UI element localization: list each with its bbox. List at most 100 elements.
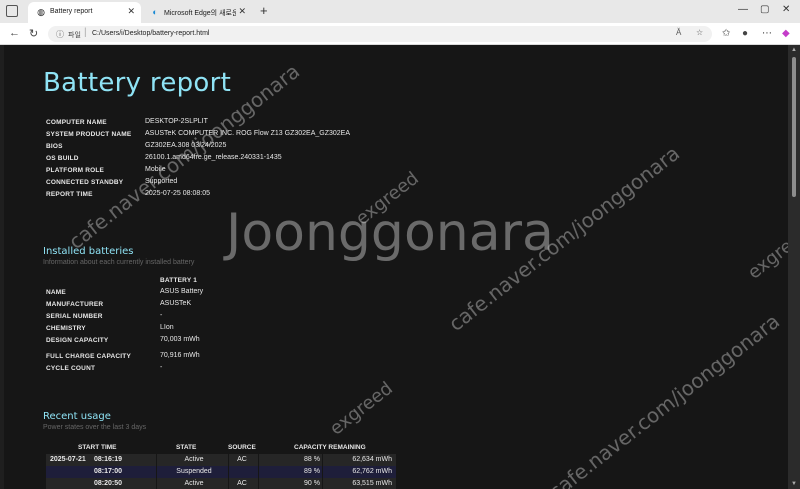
tab-battery-report[interactable]: ◍ Battery report ✕ [28, 2, 141, 23]
battery-info-value: - [160, 312, 163, 319]
cell-mwh: 62,762 mWh [352, 468, 392, 475]
read-aloud-icon[interactable]: Ă [676, 28, 681, 37]
cell-divider [156, 454, 157, 466]
cell-state: Active [184, 456, 204, 463]
scheme-label: 파일 [68, 32, 81, 39]
installed-batteries-subtitle: Information about each currently install… [43, 259, 195, 266]
address-bar[interactable]: ⓘ 파일 | C:/Users/i/Desktop/battery-report… [48, 26, 712, 42]
column-header-state: STATE [176, 444, 197, 451]
cell-divider [228, 466, 229, 478]
battery-info-key: CHEMISTRY [46, 325, 86, 332]
cell-divider [258, 454, 259, 466]
profile-avatar-icon[interactable]: ● [742, 28, 748, 39]
battery-info-value: 70,003 mWh [160, 336, 200, 343]
cell-mwh: 62,634 mWh [352, 456, 392, 463]
installed-batteries-heading: Installed batteries [43, 246, 134, 257]
cell-source [228, 466, 256, 478]
cell-divider [322, 478, 323, 489]
system-info-key: PLATFORM ROLE [46, 167, 105, 174]
toolbar: ← ↻ ⓘ 파일 | C:/Users/i/Desktop/battery-re… [0, 23, 800, 45]
cell-divider [228, 454, 229, 466]
edge-icon: ◐ [152, 7, 158, 17]
cell-divider [156, 466, 157, 478]
battery-info-key: FULL CHARGE CAPACITY [46, 353, 132, 360]
cell-time: 08:17:00 [94, 468, 123, 475]
favorites-icon[interactable]: ✩ [722, 28, 730, 39]
tab-title: Microsoft Edge의 새로운 기능 [164, 10, 236, 17]
cell-divider [322, 466, 323, 478]
column-header-source: SOURCE [228, 444, 256, 451]
system-info-key: OS BUILD [46, 155, 79, 162]
cell-source: AC [237, 480, 247, 487]
cell-divider [322, 454, 323, 466]
system-info-value: ASUSTeK COMPUTER INC. ROG Flow Z13 GZ302… [145, 130, 351, 137]
back-arrow-icon[interactable]: ← [9, 27, 20, 39]
cell-source: AC [237, 456, 247, 463]
battery-info-key: DESIGN CAPACITY [46, 337, 109, 344]
recent-usage-heading: Recent usage [43, 411, 111, 422]
battery-info-value: 70,916 mWh [160, 352, 200, 359]
new-tab-button[interactable]: + [260, 3, 268, 18]
cell-divider [228, 478, 229, 489]
cell-divider [258, 478, 259, 489]
close-tab-icon[interactable]: ✕ [127, 6, 135, 17]
system-info-key: REPORT TIME [46, 191, 93, 198]
battery-info-key: CYCLE COUNT [46, 365, 96, 372]
cell-mwh: 63,515 mWh [352, 480, 392, 487]
close-tab-icon[interactable]: ✕ [238, 6, 246, 17]
page-viewport: Battery report COMPUTER NAME DESKTOP-2SLP… [0, 45, 800, 489]
report-content: Battery report COMPUTER NAME DESKTOP-2SLP… [4, 45, 800, 489]
tab-actions-menu-icon[interactable] [6, 5, 18, 17]
system-info-value: DESKTOP-2SLPLIT [145, 118, 208, 125]
brand-watermark: Joonggonara [226, 203, 554, 263]
tab-edge-whats-new[interactable]: ◐ Microsoft Edge의 새로운 기능 ✕ [142, 2, 252, 23]
battery-info-value: ASUS Battery [160, 288, 204, 295]
refresh-icon[interactable]: ↻ [29, 27, 38, 40]
battery-info-value: LIon [160, 324, 174, 331]
scroll-down-arrow-icon[interactable]: ▼ [791, 481, 797, 487]
scrollbar-thumb[interactable] [792, 57, 796, 197]
more-menu-icon[interactable]: ⋯ [762, 28, 772, 39]
globe-icon: ◍ [37, 7, 45, 17]
system-info-key: SYSTEM PRODUCT NAME [46, 131, 132, 138]
info-icon[interactable]: ⓘ [56, 29, 64, 40]
system-info-key: BIOS [46, 143, 63, 150]
system-info-key: CONNECTED STANDBY [46, 179, 124, 186]
system-info-key: COMPUTER NAME [46, 119, 107, 126]
maximize-icon[interactable]: ▢ [760, 4, 769, 15]
cell-date: 2025-07-21 [50, 456, 86, 463]
tab-title: Battery report [50, 8, 93, 15]
cell-percent: 89 % [304, 468, 320, 475]
tab-strip: ◍ Battery report ✕ ◐ Microsoft Edge의 새로운… [0, 0, 800, 23]
vertical-scrollbar[interactable]: ▲ ▼ [788, 45, 800, 489]
battery-info-value: ASUSTeK [160, 300, 192, 307]
cell-time: 08:20:50 [94, 480, 123, 487]
scroll-up-arrow-icon[interactable]: ▲ [791, 47, 797, 53]
minimize-icon[interactable]: — [738, 4, 748, 15]
cell-state: Suspended [176, 468, 212, 475]
battery-info-key: NAME [46, 289, 66, 296]
url-text[interactable]: C:/Users/i/Desktop/battery-report.html [92, 30, 209, 37]
battery-info-value: - [160, 364, 163, 371]
table-row: 2025-07-21 08:16:19 Active AC 88 % 62,634 mWh [46, 454, 396, 466]
url-watermark: cafe.naver.com/joonggonara [544, 308, 785, 489]
favorite-star-icon[interactable]: ☆ [696, 28, 703, 37]
table-row: 08:17:00 Suspended 89 % 62,762 mWh [46, 466, 396, 478]
page-title: Battery report [43, 68, 232, 98]
battery-info-key: SERIAL NUMBER [46, 313, 103, 320]
cell-state: Active [184, 480, 204, 487]
copilot-icon[interactable]: ◆ [782, 28, 790, 39]
user-watermark: exgreed [326, 377, 397, 440]
cell-time: 08:16:19 [94, 456, 123, 463]
cell-percent: 88 % [304, 456, 320, 463]
column-header-capacity: CAPACITY REMAINING [294, 444, 366, 451]
cell-divider [258, 466, 259, 478]
battery-info-key: MANUFACTURER [46, 301, 104, 308]
table-row: 08:20:50 Active AC 90 % 63,515 mWh [46, 478, 396, 489]
cell-divider [156, 478, 157, 489]
close-window-icon[interactable]: ✕ [782, 4, 790, 15]
column-header-start-time: START TIME [78, 444, 117, 451]
recent-usage-subtitle: Power states over the last 3 days [43, 424, 147, 431]
separator: | [84, 27, 87, 38]
cell-percent: 90 % [304, 480, 320, 487]
